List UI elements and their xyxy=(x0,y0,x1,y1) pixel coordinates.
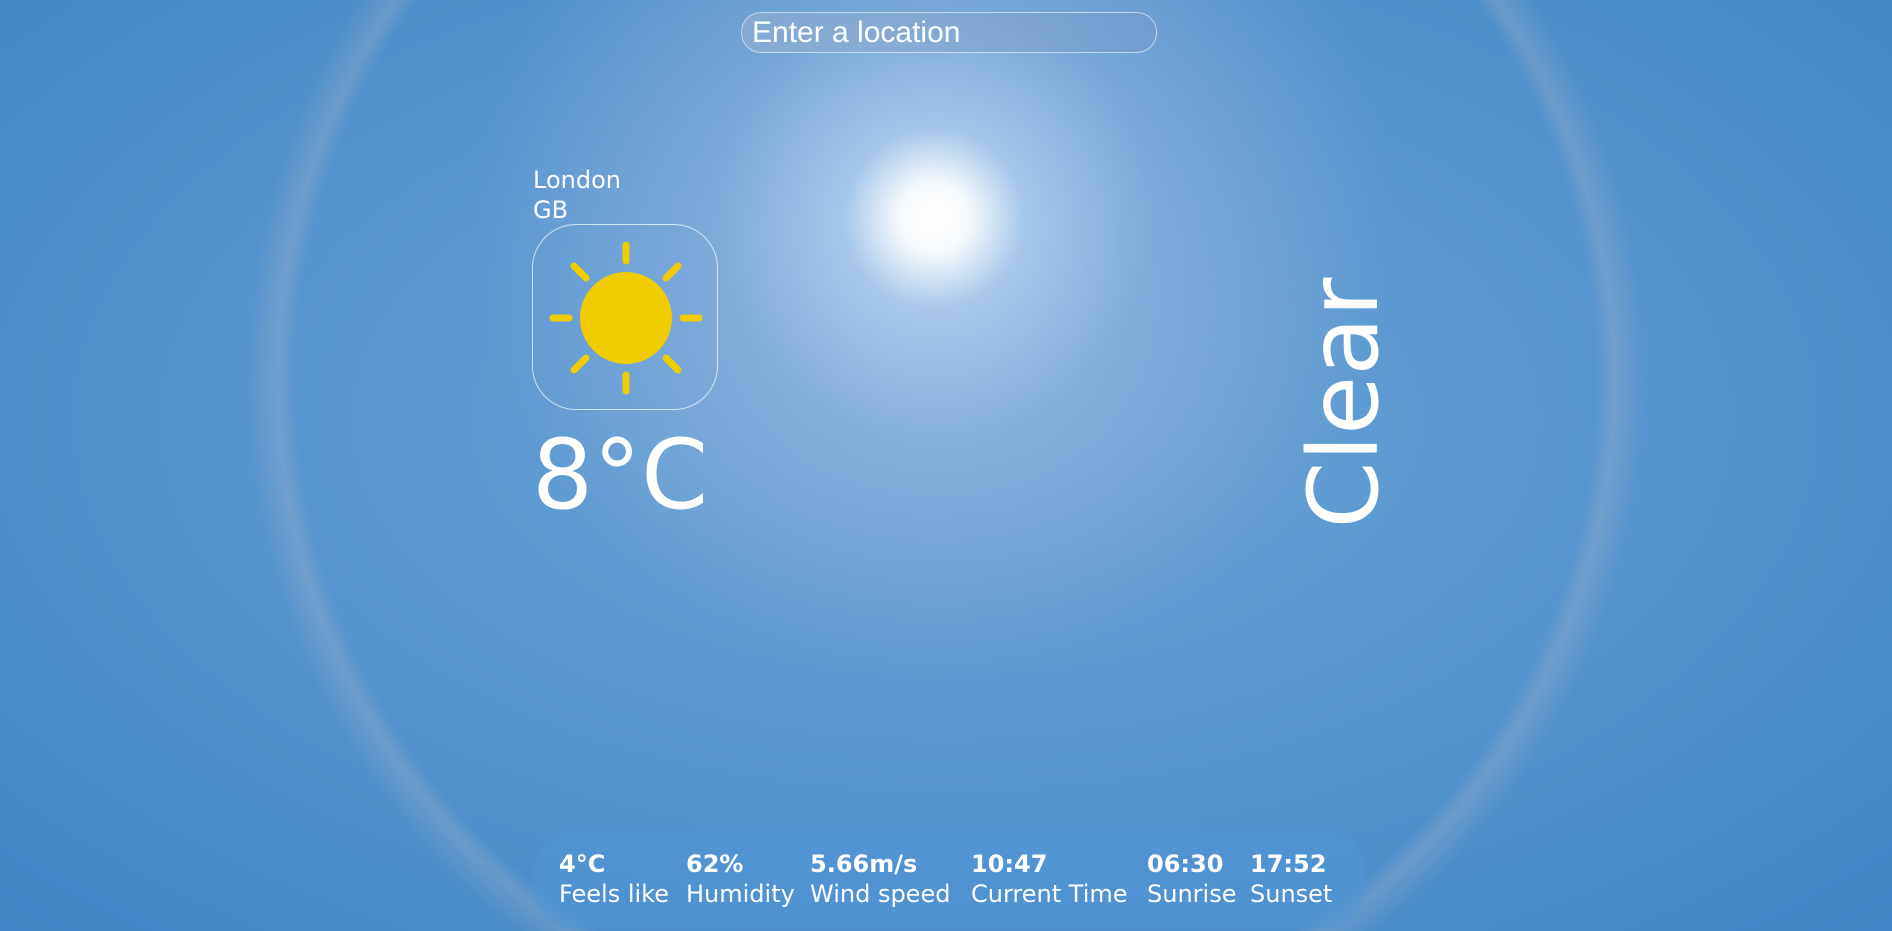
detail-label: Sunset xyxy=(1250,880,1333,908)
detail-sunset: 17:52 Sunset xyxy=(1250,849,1332,909)
detail-value: 06:30 xyxy=(1147,850,1224,878)
detail-humidity: 62% Humidity xyxy=(686,849,795,909)
city-name: London xyxy=(533,166,621,194)
detail-value: 5.66m/s xyxy=(810,850,918,878)
detail-feels-like: 4°C Feels like xyxy=(559,849,669,909)
detail-sunrise: 06:30 Sunrise xyxy=(1147,849,1236,909)
detail-label: Current Time xyxy=(971,880,1128,908)
current-temperature: 8°C xyxy=(532,419,709,531)
country-code: GB xyxy=(533,196,569,224)
detail-wind-speed: 5.66m/s Wind speed xyxy=(810,849,950,909)
detail-label: Sunrise xyxy=(1147,880,1237,908)
detail-value: 17:52 xyxy=(1250,850,1327,878)
detail-value: 62% xyxy=(686,850,744,878)
detail-value: 4°C xyxy=(559,850,606,878)
weather-icon-frame xyxy=(532,224,718,410)
detail-value: 10:47 xyxy=(971,850,1048,878)
search-bar[interactable] xyxy=(741,12,1157,53)
weather-details-panel: 4°C Feels like 62% Humidity 5.66m/s Wind… xyxy=(534,829,1365,929)
detail-current-time: 10:47 Current Time xyxy=(971,849,1128,909)
detail-label: Wind speed xyxy=(810,880,951,908)
location-search-input[interactable] xyxy=(742,13,1156,52)
weather-description: Clear xyxy=(1288,277,1400,529)
detail-label: Feels like xyxy=(559,880,669,908)
sun-icon xyxy=(549,241,703,395)
detail-label: Humidity xyxy=(686,880,795,908)
